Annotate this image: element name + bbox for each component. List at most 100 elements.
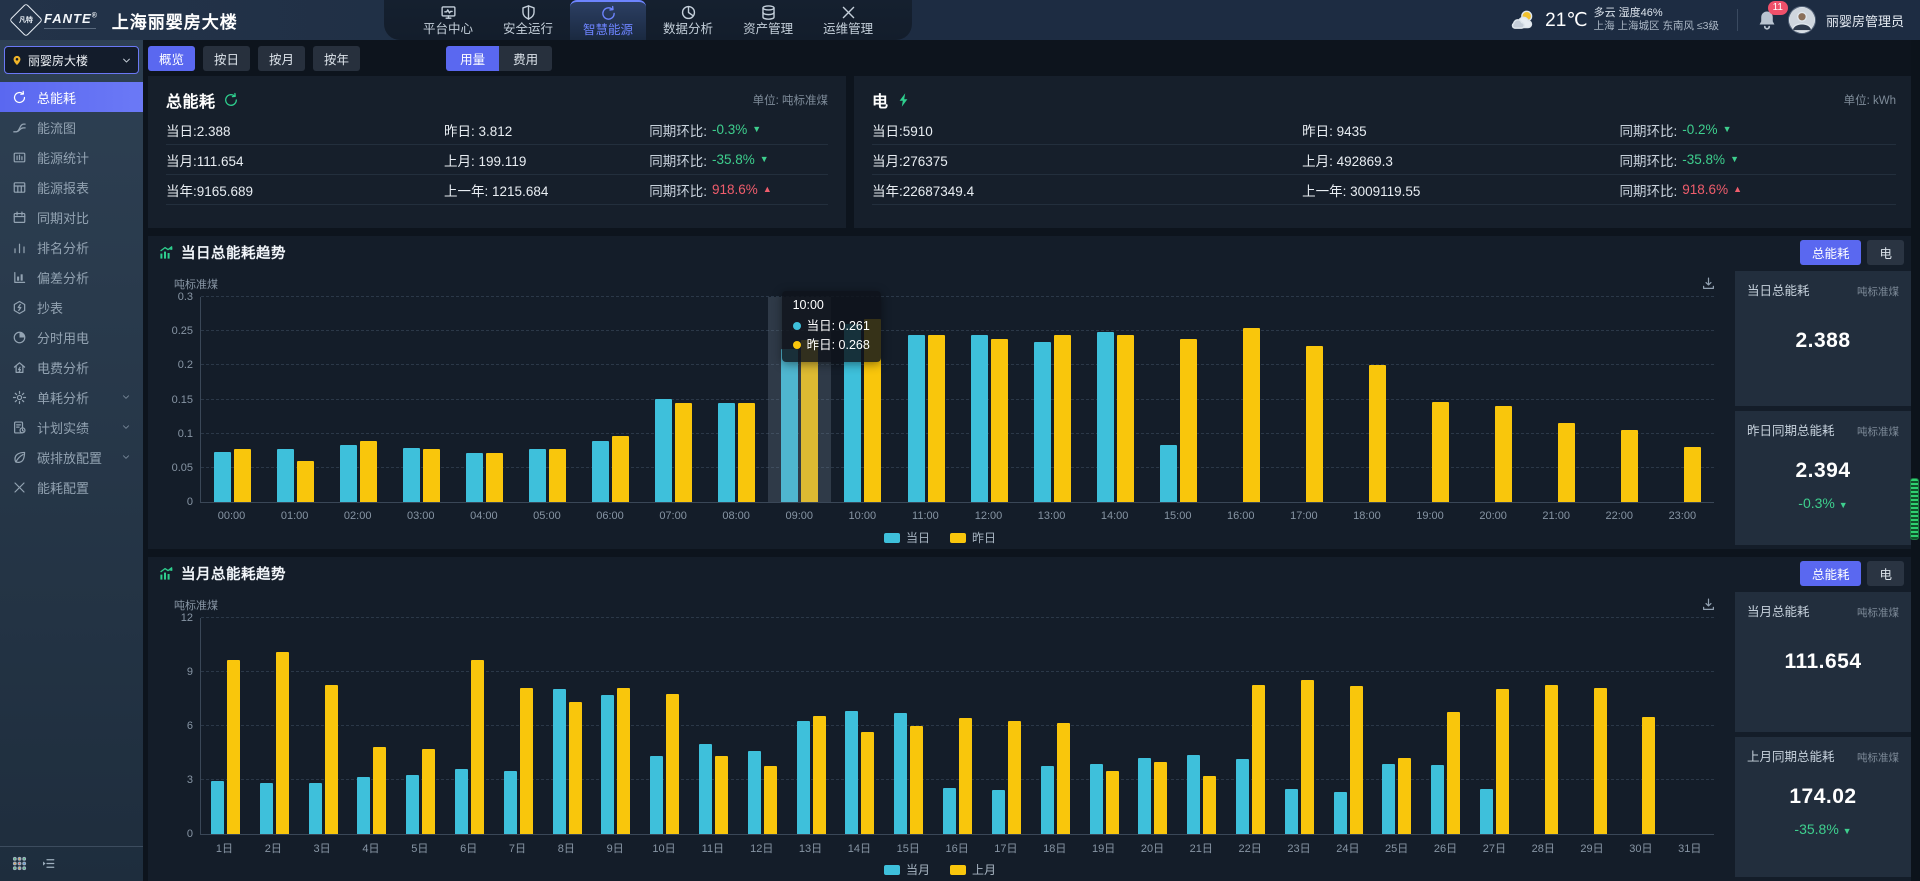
sidebar-item-偏差分析[interactable]: 偏差分析	[0, 262, 143, 292]
bar	[486, 453, 503, 502]
triangle-down-icon: ▼	[760, 155, 769, 164]
notifications-button[interactable]: 11	[1756, 9, 1778, 31]
sidebar-item-单耗分析[interactable]: 单耗分析	[0, 382, 143, 412]
stat-card-unit: 吨标准煤	[1857, 750, 1899, 765]
sidebar-item-同期对比[interactable]: 同期对比	[0, 202, 143, 232]
summary-current-value: 当日:2.388	[166, 120, 444, 140]
sidebar-item-能流图[interactable]: 能流图	[0, 112, 143, 142]
nav-item-运维管理[interactable]: 运维管理	[810, 0, 886, 40]
sidebar-item-电费分析[interactable]: 电费分析	[0, 352, 143, 382]
tooltip-title: 10:00	[793, 298, 870, 312]
sidebar-item-计划实绩[interactable]: 计划实绩	[0, 412, 143, 442]
nav-item-安全运行[interactable]: 安全运行	[490, 0, 566, 40]
bar-group-23:00	[1651, 297, 1714, 502]
avatar[interactable]	[1788, 6, 1816, 34]
stat-card-value: 111.654	[1747, 650, 1899, 674]
bar	[1187, 755, 1200, 834]
sidebar-item-label: 碳排放配置	[37, 448, 102, 467]
scrollbar-track[interactable]	[1911, 40, 1920, 881]
y-tick-label: 3	[187, 774, 193, 786]
ratio-label: 同期环比:	[1620, 180, 1678, 200]
x-tick-label: 31日	[1665, 840, 1714, 856]
sidebar-item-label: 计划实绩	[37, 418, 89, 437]
tooltip-series-dot	[793, 322, 801, 330]
sidebar-item-碳排放配置[interactable]: 碳排放配置	[0, 442, 143, 472]
sidebar-item-能源统计[interactable]: 能源统计	[0, 142, 143, 172]
bar	[569, 702, 582, 834]
unit-label: 单位: 吨标准煤	[753, 92, 828, 108]
panel-button-总能耗[interactable]: 总能耗	[1800, 561, 1862, 586]
bar	[1496, 689, 1509, 834]
legend-item-当月[interactable]: 当月	[884, 861, 930, 878]
bar	[1154, 762, 1167, 834]
nav-item-资产管理[interactable]: 资产管理	[730, 0, 806, 40]
tab-按月[interactable]: 按月	[258, 46, 305, 71]
layout: 丽婴房大楼 总能耗能流图能源统计能源报表同期对比排名分析偏差分析抄表分时用电电费…	[0, 40, 1920, 881]
bar-group-9日	[592, 618, 641, 834]
x-tick-label: 05:00	[515, 510, 578, 522]
summary-previous-value: 上月: 199.119	[444, 150, 649, 170]
ratio-value: -35.8%	[712, 152, 755, 167]
bar	[276, 652, 289, 834]
triangle-down-icon: ▼	[1839, 500, 1848, 510]
bar	[1117, 335, 1134, 502]
legend-swatch	[884, 865, 900, 875]
tab-按年[interactable]: 按年	[313, 46, 360, 71]
panel-button-电[interactable]: 电	[1867, 240, 1904, 265]
mode-tab-用量[interactable]: 用量	[446, 46, 499, 71]
scrollbar-thumb[interactable]	[1910, 478, 1919, 540]
building-selector[interactable]: 丽婴房大楼	[4, 46, 139, 74]
x-tick-label: 15:00	[1146, 510, 1209, 522]
nav-item-智慧能源[interactable]: 智慧能源	[570, 0, 646, 40]
x-tick-label: 07:00	[642, 510, 705, 522]
tab-概览[interactable]: 概览	[148, 46, 195, 71]
bar	[504, 771, 517, 834]
legend-swatch	[950, 865, 966, 875]
x-tick-label: 12:00	[957, 510, 1020, 522]
indent-list-icon[interactable]	[41, 856, 56, 871]
nav-item-数据分析[interactable]: 数据分析	[650, 0, 726, 40]
mode-tab-费用[interactable]: 费用	[499, 46, 552, 71]
bar	[471, 660, 484, 834]
page-title: 上海丽婴房大楼	[112, 8, 238, 33]
sidebar-item-总能耗[interactable]: 总能耗	[0, 82, 143, 112]
download-icon[interactable]	[1701, 276, 1716, 291]
panel-button-总能耗[interactable]: 总能耗	[1800, 240, 1862, 265]
panel-button-电[interactable]: 电	[1867, 561, 1904, 586]
topbar-left: 凡特 FANTE® 上海丽婴房大楼	[0, 8, 344, 33]
nav-item-平台中心[interactable]: 平台中心	[410, 0, 486, 40]
bar-group-25日	[1373, 618, 1422, 834]
sidebar-item-抄表[interactable]: 抄表	[0, 292, 143, 322]
bar	[1350, 686, 1363, 834]
x-tick-label: 04:00	[452, 510, 515, 522]
bar	[1545, 685, 1558, 834]
stat-card-unit: 吨标准煤	[1857, 605, 1899, 620]
sidebar-item-排名分析[interactable]: 排名分析	[0, 232, 143, 262]
bar	[422, 749, 435, 834]
recycle-icon	[600, 5, 617, 22]
bars-layer	[201, 297, 1714, 502]
y-tick-label: 6	[187, 720, 193, 732]
bar-group-12日	[738, 618, 787, 834]
bar-group-02:00	[327, 297, 390, 502]
stat-card-昨日同期总能耗: 昨日同期总能耗吨标准煤2.394-0.3% ▼	[1735, 411, 1911, 546]
bar	[1621, 430, 1638, 502]
sidebar-item-能耗配置[interactable]: 能耗配置	[0, 472, 143, 502]
sidebar-item-能源报表[interactable]: 能源报表	[0, 172, 143, 202]
x-tick-label: 08:00	[705, 510, 768, 522]
temperature: 21℃	[1545, 9, 1587, 32]
tab-按日[interactable]: 按日	[203, 46, 250, 71]
sidebar-item-分时用电[interactable]: 分时用电	[0, 322, 143, 352]
dots-grid-icon[interactable]	[12, 856, 27, 871]
legend-item-上月[interactable]: 上月	[950, 861, 996, 878]
bar	[406, 775, 419, 834]
legend-item-当日[interactable]: 当日	[884, 529, 930, 546]
bar-group-14日	[836, 618, 885, 834]
summary-row: 当月:111.654上月: 199.119同期环比:-35.8%▼	[166, 144, 828, 174]
download-icon[interactable]	[1701, 597, 1716, 612]
bar	[601, 695, 614, 835]
bar-group-16日	[933, 618, 982, 834]
legend-item-昨日[interactable]: 昨日	[950, 529, 996, 546]
bar	[1057, 723, 1070, 834]
ratio-value: -35.8%	[1682, 152, 1725, 167]
